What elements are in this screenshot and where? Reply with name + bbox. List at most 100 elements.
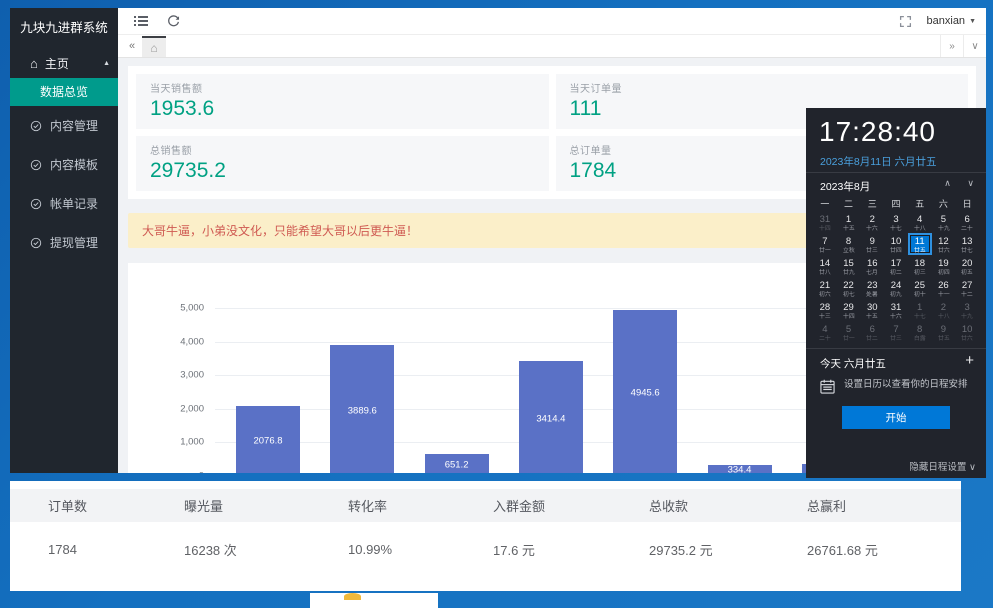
calendar-day[interactable]: 5廿一 [837, 321, 861, 343]
calendar-day[interactable]: 2十八 [932, 299, 956, 321]
day-lunar-label: 初四 [935, 270, 953, 276]
calendar-next-icon[interactable]: ∨ [967, 178, 974, 188]
day-number: 28 [815, 303, 835, 313]
day-number: 31 [815, 215, 835, 225]
calendar-day[interactable]: 4十八 [908, 211, 932, 233]
calendar-day[interactable]: 22初七 [837, 277, 861, 299]
fullscreen-icon[interactable] [895, 10, 917, 32]
sidebar-item-提现管理[interactable]: 提现管理 [10, 223, 118, 262]
calendar-day[interactable]: 8立秋 [837, 233, 861, 255]
calendar-day[interactable]: 7廿一 [813, 233, 837, 255]
calendar-day[interactable]: 14廿八 [813, 255, 837, 277]
collapse-arrow-icon: ▲ [103, 60, 110, 67]
y-axis-tick-label: 4,000 [134, 336, 204, 347]
clock-time: 17:28:40 [819, 116, 936, 148]
calendar-day[interactable]: 7廿三 [884, 321, 908, 343]
calendar-day[interactable]: 19初四 [932, 255, 956, 277]
day-number: 8 [910, 325, 930, 335]
tabs-scroll-right-icon[interactable]: » [940, 35, 963, 57]
user-menu[interactable]: banxian ▼ [927, 15, 976, 27]
day-lunar-label: 廿六 [958, 336, 976, 342]
day-number: 24 [886, 281, 906, 291]
calendar-day[interactable]: 26十一 [932, 277, 956, 299]
calendar-day[interactable]: 6廿二 [860, 321, 884, 343]
sidebar-item-内容模板[interactable]: 内容模板 [10, 145, 118, 184]
weekday-label: 日 [955, 197, 979, 210]
calendar-day[interactable]: 2十六 [860, 211, 884, 233]
day-lunar-label: 廿五 [935, 336, 953, 342]
calendar-day-today[interactable]: 11廿五 [908, 233, 932, 255]
day-lunar-label: 七月 [863, 270, 881, 276]
app-title: 九块九进群系统 [10, 8, 118, 48]
clock-date-link[interactable]: 2023年8月11日 六月廿五 [820, 154, 937, 169]
table-value-cell: 10.99% [348, 542, 493, 557]
calendar-day[interactable]: 5十九 [932, 211, 956, 233]
table-value-cell: 26761.68 元 [807, 540, 961, 559]
day-number: 25 [910, 281, 930, 291]
calendar-day[interactable]: 27十二 [955, 277, 979, 299]
stat-card: 总销售额29735.2 [136, 136, 549, 191]
calendar-day[interactable]: 13廿七 [955, 233, 979, 255]
background-logo-hint [344, 593, 361, 600]
sidebar: 九块九进群系统 ⌂ 主页 ▲ 数据总览 内容管理内容模板帐单记录提现管理 [10, 8, 118, 473]
calendar-day[interactable]: 30十五 [860, 299, 884, 321]
calendar-day[interactable]: 15廿九 [837, 255, 861, 277]
calendar-day[interactable]: 3十七 [884, 211, 908, 233]
calendar-day[interactable]: 17初二 [884, 255, 908, 277]
sidebar-item-内容管理[interactable]: 内容管理 [10, 106, 118, 145]
calendar-day[interactable]: 31十六 [884, 299, 908, 321]
calendar-day[interactable]: 10廿四 [884, 233, 908, 255]
tabs-scroll-left-icon[interactable]: « [122, 40, 142, 52]
start-button[interactable]: 开始 [842, 406, 950, 429]
calendar-day[interactable]: 29十四 [837, 299, 861, 321]
calendar-day[interactable]: 31十四 [813, 211, 837, 233]
tabs-menu-icon[interactable]: ∨ [963, 35, 986, 57]
calendar-day[interactable]: 3十九 [955, 299, 979, 321]
calendar-day[interactable]: 28十三 [813, 299, 837, 321]
calendar-day[interactable]: 4二十 [813, 321, 837, 343]
sidebar-item-帐单记录[interactable]: 帐单记录 [10, 184, 118, 223]
day-lunar-label: 二十 [958, 226, 976, 232]
calendar-day[interactable]: 6二十 [955, 211, 979, 233]
calendar-setup-hint: 设置日历以查看你的日程安排 [820, 378, 972, 394]
calendar-day[interactable]: 12廿六 [932, 233, 956, 255]
day-lunar-label: 廿八 [816, 270, 834, 276]
day-number: 5 [839, 325, 859, 335]
stat-card-label: 当天订单量 [570, 80, 955, 95]
calendar-day[interactable]: 9廿五 [932, 321, 956, 343]
sidebar-item-data-overview[interactable]: 数据总览 [10, 78, 118, 106]
calendar-day[interactable]: 23处暑 [860, 277, 884, 299]
day-lunar-label: 十七 [887, 226, 905, 232]
calendar-day[interactable]: 1十七 [908, 299, 932, 321]
sidebar-item-home[interactable]: ⌂ 主页 ▲ [10, 48, 118, 78]
summary-table-header: 订单数曝光量转化率入群金额总收款总赢利 [10, 489, 961, 522]
add-event-icon[interactable]: + [965, 352, 974, 369]
day-number: 9 [934, 325, 954, 335]
calendar-day[interactable]: 20初五 [955, 255, 979, 277]
calendar-day[interactable]: 10廿六 [955, 321, 979, 343]
day-lunar-label: 廿三 [887, 336, 905, 342]
day-number: 23 [862, 281, 882, 291]
refresh-icon[interactable] [162, 10, 184, 32]
tabs-bar: « ⌂ » ∨ [118, 34, 986, 58]
sidebar-fold-icon[interactable] [130, 10, 152, 32]
calendar-day[interactable]: 21初六 [813, 277, 837, 299]
day-lunar-label: 十三 [816, 314, 834, 320]
day-lunar-label: 十八 [935, 314, 953, 320]
hide-schedule-link[interactable]: 隐藏日程设置 ∨ [909, 459, 976, 473]
calendar-month-label[interactable]: 2023年8月 [820, 179, 870, 194]
calendar-day[interactable]: 25初十 [908, 277, 932, 299]
day-lunar-label: 廿九 [840, 270, 858, 276]
y-axis-tick-label: 0 [134, 471, 204, 474]
day-lunar-label: 十五 [863, 314, 881, 320]
calendar-grid: 31十四1十五2十六3十七4十八5十九6二十7廿一8立秋9廿三10廿四11廿五1… [813, 211, 979, 343]
calendar-day[interactable]: 9廿三 [860, 233, 884, 255]
calendar-day[interactable]: 16七月 [860, 255, 884, 277]
calendar-day[interactable]: 24初九 [884, 277, 908, 299]
tab-home[interactable]: ⌂ [142, 36, 166, 57]
day-number: 12 [934, 237, 954, 247]
calendar-day[interactable]: 8白露 [908, 321, 932, 343]
calendar-prev-icon[interactable]: ∧ [944, 178, 951, 188]
calendar-day[interactable]: 1十五 [837, 211, 861, 233]
calendar-day[interactable]: 18初三 [908, 255, 932, 277]
